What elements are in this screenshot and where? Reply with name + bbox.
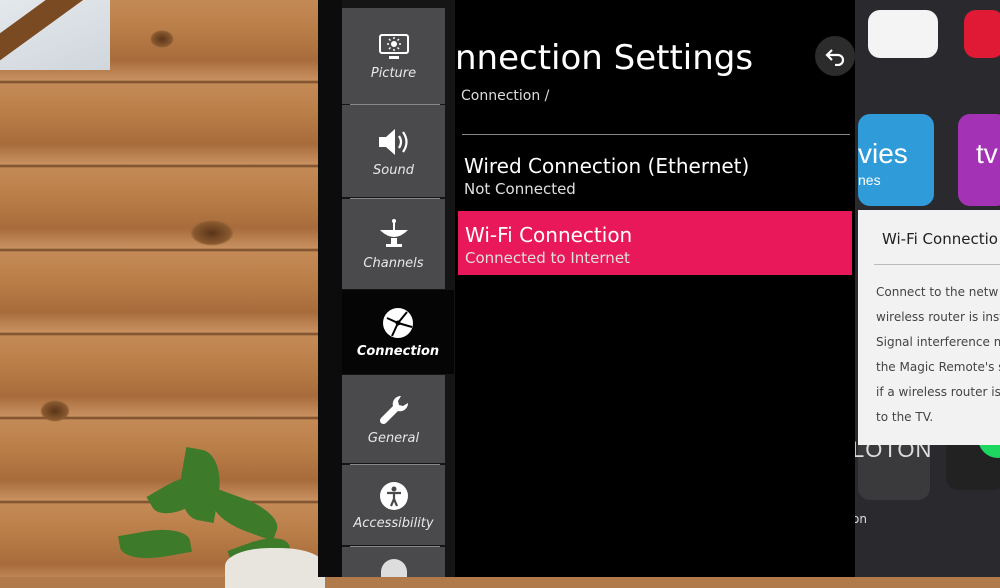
wifi-connection-item[interactable]: Wi-Fi Connection Connected to Internet <box>458 211 852 275</box>
connection-icon <box>383 307 413 338</box>
popup-title: Wi-Fi Connectio <box>882 230 998 248</box>
accessibility-icon <box>379 481 408 510</box>
channels-icon <box>379 218 408 247</box>
wifi-info-popup: Wi-Fi Connectio Connect to the netw wire… <box>858 210 1000 445</box>
sidebar-item-label: Picture <box>370 65 417 81</box>
sidebar-item-more[interactable] <box>342 547 445 577</box>
sound-icon <box>378 128 408 155</box>
sidebar-item-label: Sound <box>373 162 414 178</box>
sidebar-item-connection[interactable]: Connection <box>342 290 454 374</box>
popup-divider <box>874 264 1000 265</box>
tv-bezel <box>318 0 342 577</box>
picture-icon <box>378 33 409 59</box>
settings-panel <box>455 0 855 577</box>
popup-line: Signal interference ma <box>876 335 1000 349</box>
wired-connection-status: Not Connected <box>464 180 576 198</box>
wood-knot <box>40 400 70 422</box>
popup-line: the Magic Remote's se <box>876 360 1000 374</box>
wrench-icon <box>379 395 408 424</box>
wood-knot <box>190 220 234 246</box>
wired-connection-title: Wired Connection (Ethernet) <box>464 154 750 178</box>
sidebar-item-label: Connection <box>356 343 440 359</box>
plant-pot <box>225 548 325 588</box>
popup-line: wireless router is inst <box>876 310 1000 324</box>
movies-tile-subtext: nes <box>858 172 881 188</box>
apple-tv-tile-text[interactable]: tv <box>976 138 998 170</box>
support-icon <box>380 559 407 577</box>
wood-knot <box>150 30 174 48</box>
wifi-connection-status: Connected to Internet <box>465 249 630 267</box>
popup-line: to the TV. <box>876 410 934 424</box>
sidebar-item-channels[interactable]: Channels <box>342 199 445 289</box>
popup-body: Connect to the netw wireless router is i… <box>876 280 1000 430</box>
movies-tile-text[interactable]: vies <box>858 138 908 170</box>
sidebar-item-accessibility[interactable]: Accessibility <box>342 465 445 545</box>
back-arrow-icon <box>825 49 845 66</box>
page-title: nnection Settings <box>455 38 754 78</box>
sidebar-item-label: Channels <box>363 255 424 271</box>
breadcrumb: Connection / <box>461 88 550 104</box>
popup-line: if a wireless router is t <box>876 385 1000 399</box>
sidebar-item-sound[interactable]: Sound <box>342 105 445 197</box>
wired-connection-item[interactable]: Wired Connection (Ethernet) Not Connecte… <box>458 150 852 208</box>
popup-line: Connect to the netw <box>876 285 999 299</box>
sidebar-item-general[interactable]: General <box>342 375 445 463</box>
back-button[interactable] <box>815 36 855 76</box>
sidebar-item-picture[interactable]: Picture <box>342 8 445 104</box>
settings-sidebar: Picture Sound Channels Connection Genera… <box>342 8 454 577</box>
sidebar-item-label: Accessibility <box>353 515 434 531</box>
title-divider <box>462 134 850 135</box>
sidebar-item-label: General <box>367 430 420 446</box>
wifi-connection-title: Wi-Fi Connection <box>465 223 633 247</box>
